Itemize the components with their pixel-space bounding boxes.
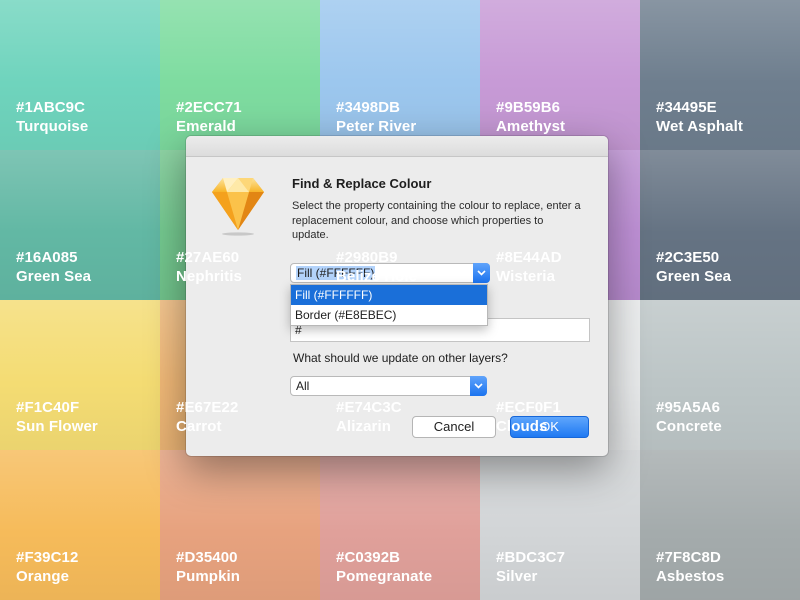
- colour-swatch: #F39C12 Orange: [0, 450, 160, 600]
- swatch-name: Carrot: [176, 418, 222, 435]
- colour-swatch: #BDC3C7 Silver: [480, 450, 640, 600]
- swatch-hex: #2ECC71: [176, 99, 242, 116]
- swatch-hex: #8E44AD: [496, 249, 562, 266]
- dialog-title: Find & Replace Colour: [292, 176, 432, 191]
- chevron-down-icon[interactable]: [473, 263, 490, 283]
- swatch-hex: #F39C12: [16, 549, 79, 566]
- swatch-name: Clouds: [496, 418, 548, 435]
- swatch-hex: #34495E: [656, 99, 717, 116]
- update-question-label: What should we update on other layers?: [293, 351, 508, 365]
- swatch-name: Turquoise: [16, 118, 89, 135]
- colour-swatch: #F1C40F Sun Flower: [0, 300, 160, 450]
- update-scope-value: All: [296, 379, 310, 393]
- swatch-name: Orange: [16, 568, 70, 585]
- swatch-name: Alizarin: [336, 418, 391, 435]
- swatch-name: Emerald: [176, 118, 236, 135]
- swatch-hex: #95A5A6: [656, 399, 721, 416]
- colour-swatch: #2C3E50 Green Sea: [640, 150, 800, 300]
- swatch-hex: #9B59B6: [496, 99, 561, 116]
- swatch-name: Peter River: [336, 118, 417, 135]
- swatch-hex: #27AE60: [176, 249, 240, 266]
- swatch-hex: #1ABC9C: [16, 99, 86, 116]
- colour-swatch: #1ABC9C Turquoise: [0, 0, 160, 150]
- dialog-description: Select the property containing the colou…: [292, 200, 581, 241]
- swatch-name: Green Sea: [656, 268, 732, 285]
- sketch-diamond-icon: [212, 178, 264, 236]
- swatch-name: Wisteria: [496, 268, 556, 285]
- swatch-hex: #2980B9: [336, 249, 398, 266]
- colour-swatch: #9B59B6 Amethyst: [480, 0, 640, 150]
- swatch-hex: #F1C40F: [16, 399, 80, 416]
- swatch-hex: #E74C3C: [336, 399, 402, 416]
- swatch-name: Nephritis: [176, 268, 242, 285]
- swatch-name: Sun Flower: [16, 418, 98, 435]
- swatch-hex: #16A085: [16, 249, 78, 266]
- property-dropdown-menu: Fill (#FFFFFF) Border (#E8EBEC): [290, 284, 488, 326]
- swatch-name: Green Sea: [16, 268, 92, 285]
- swatch-name: Belize Hole: [336, 268, 418, 285]
- colour-swatch: #C0392B Pomegranate: [320, 450, 480, 600]
- swatch-hex: #7F8C8D: [656, 549, 721, 566]
- colour-swatch: #3498DB Peter River: [320, 0, 480, 150]
- menu-item-border[interactable]: Border (#E8EBEC): [291, 305, 487, 325]
- swatch-hex: #2C3E50: [656, 249, 720, 266]
- menu-item-fill[interactable]: Fill (#FFFFFF): [291, 285, 487, 305]
- swatch-name: Concrete: [656, 418, 722, 435]
- swatch-hex: #D35400: [176, 549, 238, 566]
- swatch-name: Pomegranate: [336, 568, 433, 585]
- colour-swatch: #2ECC71 Emerald: [160, 0, 320, 150]
- swatch-hex: #3498DB: [336, 99, 401, 116]
- swatch-hex: #BDC3C7: [496, 549, 566, 566]
- swatch-name: Wet Asphalt: [656, 118, 743, 135]
- swatch-name: Amethyst: [496, 118, 566, 135]
- swatch-hex: #C0392B: [336, 549, 401, 566]
- swatch-name: Asbestos: [656, 568, 725, 585]
- swatch-hex: #ECF0F1: [496, 399, 561, 416]
- chevron-down-icon[interactable]: [470, 376, 487, 396]
- colour-swatch: #95A5A6 Concrete: [640, 300, 800, 450]
- swatch-hex: #E67E22: [176, 399, 239, 416]
- update-scope-select[interactable]: All: [290, 376, 487, 396]
- dialog-titlebar: [186, 136, 608, 157]
- cancel-button[interactable]: Cancel: [412, 416, 496, 438]
- colour-swatch: #34495E Wet Asphalt: [640, 0, 800, 150]
- swatch-name: Silver: [496, 568, 538, 585]
- colour-swatch: #D35400 Pumpkin: [160, 450, 320, 600]
- colour-swatch: #16A085 Green Sea: [0, 150, 160, 300]
- colour-swatch: #7F8C8D Asbestos: [640, 450, 800, 600]
- swatch-name: Pumpkin: [176, 568, 241, 585]
